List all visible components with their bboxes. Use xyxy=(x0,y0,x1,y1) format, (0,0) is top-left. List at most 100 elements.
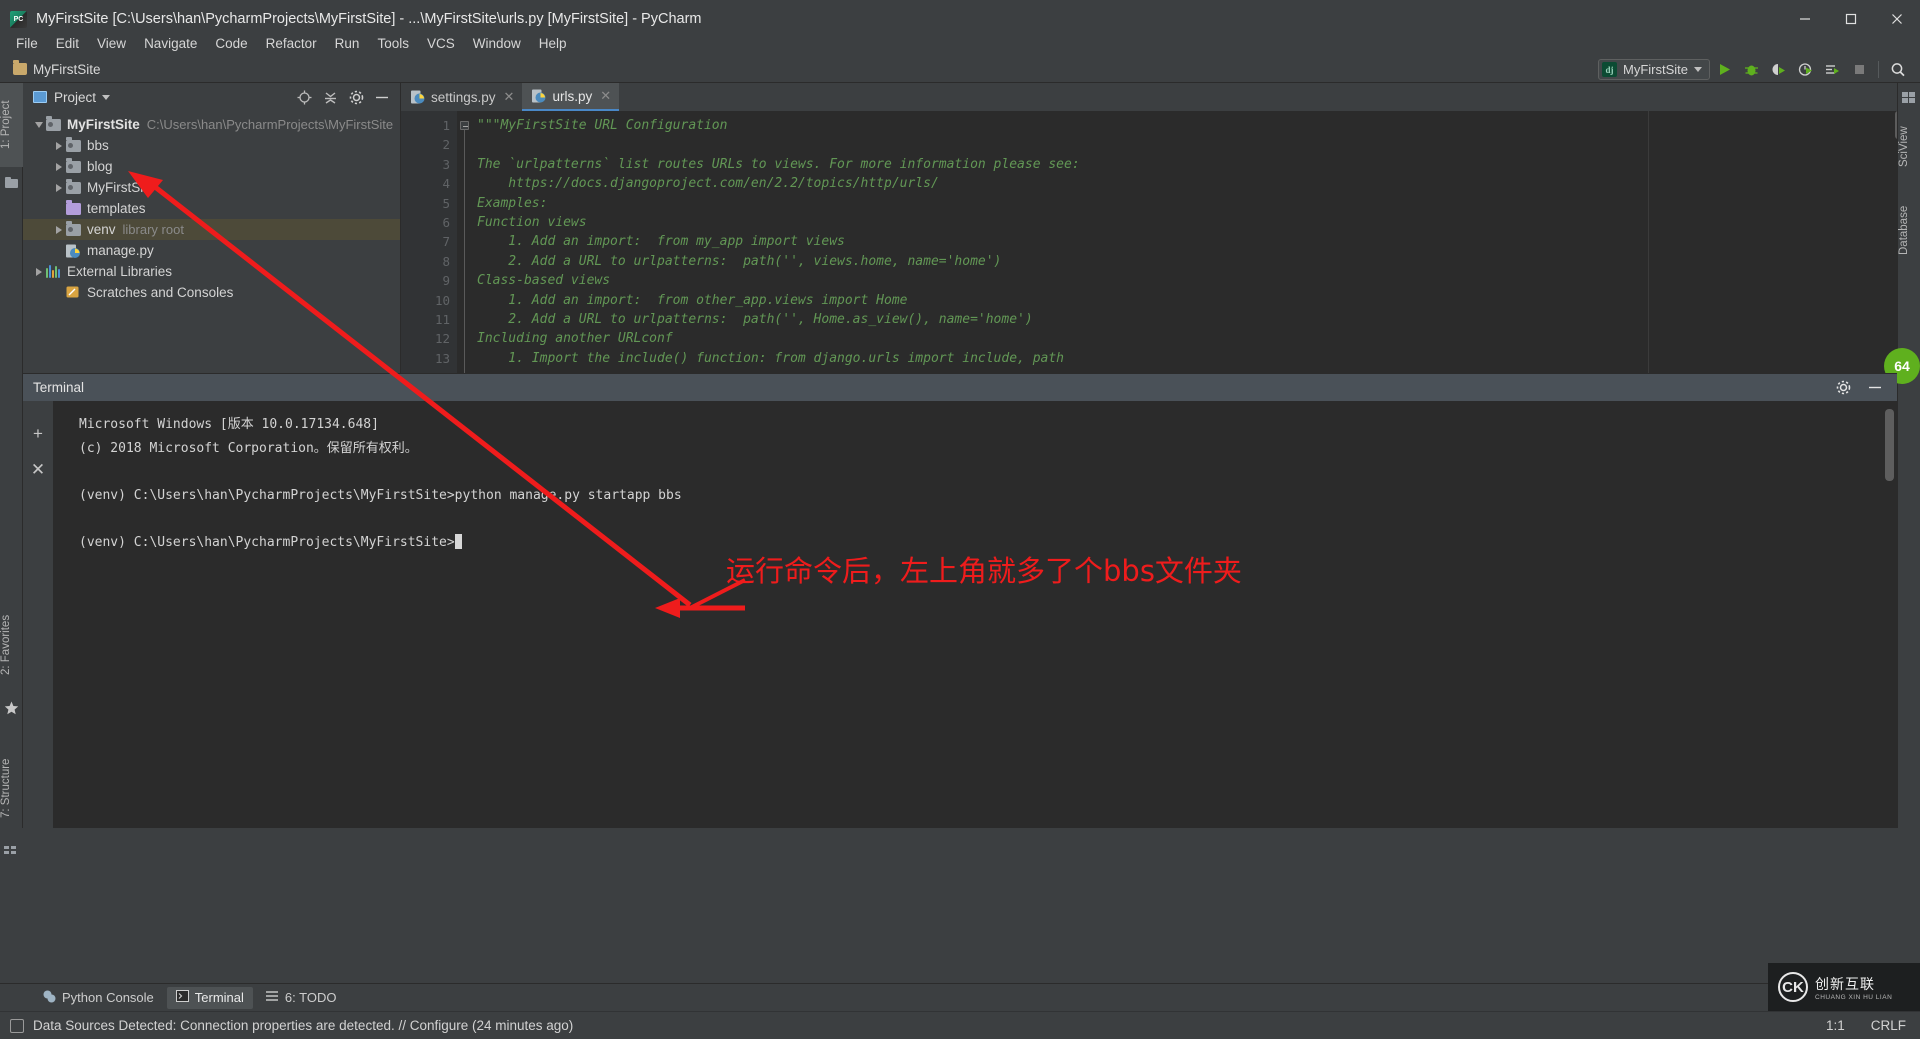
sidebar-item-database[interactable]: Database xyxy=(1898,188,1920,272)
tree-item-blog[interactable]: blog xyxy=(23,156,400,177)
tab-todo[interactable]: 6: TODO xyxy=(257,987,346,1009)
menu-bar: File Edit View Navigate Code Refactor Ru… xyxy=(0,30,1920,56)
hide-panel-icon[interactable] xyxy=(1867,380,1883,396)
new-session-button[interactable]: + xyxy=(23,419,53,449)
tab-label: Terminal xyxy=(194,990,244,1005)
search-everywhere-button[interactable] xyxy=(1885,57,1910,82)
menu-view[interactable]: View xyxy=(88,33,135,54)
run-configuration-selector[interactable]: dj MyFirstSite xyxy=(1598,59,1710,80)
menu-file[interactable]: File xyxy=(7,33,47,54)
tree-item-external-libraries[interactable]: External Libraries xyxy=(23,261,400,282)
toolbar-divider xyxy=(1878,61,1879,78)
menu-refactor[interactable]: Refactor xyxy=(257,33,326,54)
tree-item-bbs[interactable]: bbs xyxy=(23,135,400,156)
line-number: 8 xyxy=(442,253,450,269)
project-panel-title: Project xyxy=(54,89,97,105)
menu-vcs[interactable]: VCS xyxy=(418,33,464,54)
terminal-scrollbar[interactable] xyxy=(1885,409,1894,481)
run-button[interactable] xyxy=(1712,57,1737,82)
tab-python-console[interactable]: Python Console xyxy=(34,987,163,1009)
sidebar-item-structure[interactable]: 7: Structure xyxy=(0,738,23,838)
tree-item-label: External Libraries xyxy=(67,264,173,279)
twisty-open-icon[interactable] xyxy=(31,121,46,128)
watermark-text: 创新互联 CHUANG XIN HU LIAN xyxy=(1815,974,1892,1001)
twisty-closed-icon[interactable] xyxy=(51,225,66,234)
status-message[interactable]: Data Sources Detected: Connection proper… xyxy=(33,1018,573,1033)
folder-icon xyxy=(13,60,27,75)
menu-edit[interactable]: Edit xyxy=(47,33,88,54)
target-icon[interactable] xyxy=(296,89,312,105)
coverage-button[interactable] xyxy=(1766,57,1791,82)
profile-button[interactable] xyxy=(1793,57,1818,82)
tree-item-label: blog xyxy=(87,159,113,174)
terminal-line: (c) 2018 Microsoft Corporation。保留所有权利。 xyxy=(79,440,418,456)
caret-position[interactable]: 1:1 xyxy=(1826,1018,1845,1033)
terminal-header-actions xyxy=(1835,380,1897,396)
code-editor[interactable]: 1 2 3 4 5 6 7 8 9 10 11 12 13 """MyFirst… xyxy=(401,111,1920,373)
code-folding-strip[interactable] xyxy=(458,111,472,373)
watermark-logo: CK 创新互联 CHUANG XIN HU LIAN xyxy=(1768,963,1920,1011)
tree-item-venv[interactable]: venv library root xyxy=(23,219,400,240)
python-file-icon xyxy=(411,90,425,104)
line-separator[interactable]: CRLF xyxy=(1871,1018,1906,1033)
folder-icon xyxy=(66,179,81,194)
twisty-closed-icon[interactable] xyxy=(51,141,66,150)
notification-icon[interactable] xyxy=(10,1018,24,1033)
breadcrumb[interactable]: MyFirstSite xyxy=(33,62,101,77)
folder-icon xyxy=(66,221,81,236)
tree-item-myfirstsite-pkg[interactable]: MyFirstSite xyxy=(23,177,400,198)
run-tests-button[interactable] xyxy=(1820,57,1845,82)
close-icon[interactable]: ✕ xyxy=(504,89,515,105)
star-icon xyxy=(4,701,19,715)
gear-icon[interactable] xyxy=(348,89,364,105)
collapse-all-icon[interactable] xyxy=(322,89,338,105)
close-session-button[interactable]: ✕ xyxy=(23,455,53,485)
tree-item-label: MyFirstSite xyxy=(87,180,155,195)
hide-panel-icon[interactable] xyxy=(374,89,390,105)
code-line: Class-based views xyxy=(477,273,611,289)
line-number: 4 xyxy=(442,176,450,192)
tab-terminal[interactable]: Terminal xyxy=(166,986,253,1009)
twisty-closed-icon[interactable] xyxy=(51,183,66,192)
project-tree: MyFirstSite C:\Users\han\PycharmProjects… xyxy=(23,111,400,303)
menu-window[interactable]: Window xyxy=(464,33,530,54)
stop-button[interactable] xyxy=(1847,57,1872,82)
terminal-line: Microsoft Windows [版本 10.0.17134.648] xyxy=(79,417,379,432)
tree-item-manage-py[interactable]: manage.py xyxy=(23,240,400,261)
editor-tab-urls-py[interactable]: urls.py ✕ xyxy=(522,83,620,111)
menu-run[interactable]: Run xyxy=(326,33,369,54)
tree-item-label: bbs xyxy=(87,138,109,153)
tree-item-scratches-and-consoles[interactable]: Scratches and Consoles xyxy=(23,282,400,303)
editor-area: settings.py ✕ urls.py ✕ 1 2 3 4 5 6 7 8 xyxy=(401,83,1920,373)
fold-collapse-icon[interactable] xyxy=(460,121,469,130)
sidebar-item-favorites[interactable]: 2: Favorites xyxy=(0,595,23,695)
gear-icon[interactable] xyxy=(1835,380,1851,396)
project-panel-header: Project xyxy=(23,83,400,111)
terminal-cursor xyxy=(454,533,462,549)
python-file-icon xyxy=(532,89,546,103)
tree-item-templates[interactable]: templates xyxy=(23,198,400,219)
tree-item-myfirstsite-root[interactable]: MyFirstSite C:\Users\han\PycharmProjects… xyxy=(23,114,400,135)
editor-tab-label: settings.py xyxy=(431,89,496,105)
line-number: 2 xyxy=(442,137,450,153)
twisty-closed-icon[interactable] xyxy=(51,162,66,171)
menu-help[interactable]: Help xyxy=(530,33,576,54)
status-bar-right: 1:1 CRLF xyxy=(1826,1018,1920,1033)
menu-tools[interactable]: Tools xyxy=(368,33,418,54)
python-icon xyxy=(43,990,56,1006)
debug-button[interactable] xyxy=(1739,57,1764,82)
sidebar-item-project[interactable]: 1: Project xyxy=(0,83,23,167)
chevron-down-icon[interactable] xyxy=(102,94,111,100)
sidebar-item-sciview[interactable]: SciView xyxy=(1898,111,1920,183)
line-number: 10 xyxy=(434,292,450,308)
twisty-closed-icon[interactable] xyxy=(31,267,46,276)
menu-code[interactable]: Code xyxy=(206,33,256,54)
pycharm-window: MyFirstSite [C:\Users\han\PycharmProject… xyxy=(0,0,1920,1039)
close-icon[interactable]: ✕ xyxy=(600,88,611,104)
editor-tab-settings-py[interactable]: settings.py ✕ xyxy=(401,83,522,111)
tree-item-label: Scratches and Consoles xyxy=(87,285,234,300)
terminal-output[interactable]: Microsoft Windows [版本 10.0.17134.648] (c… xyxy=(53,401,1897,828)
menu-navigate[interactable]: Navigate xyxy=(135,33,206,54)
